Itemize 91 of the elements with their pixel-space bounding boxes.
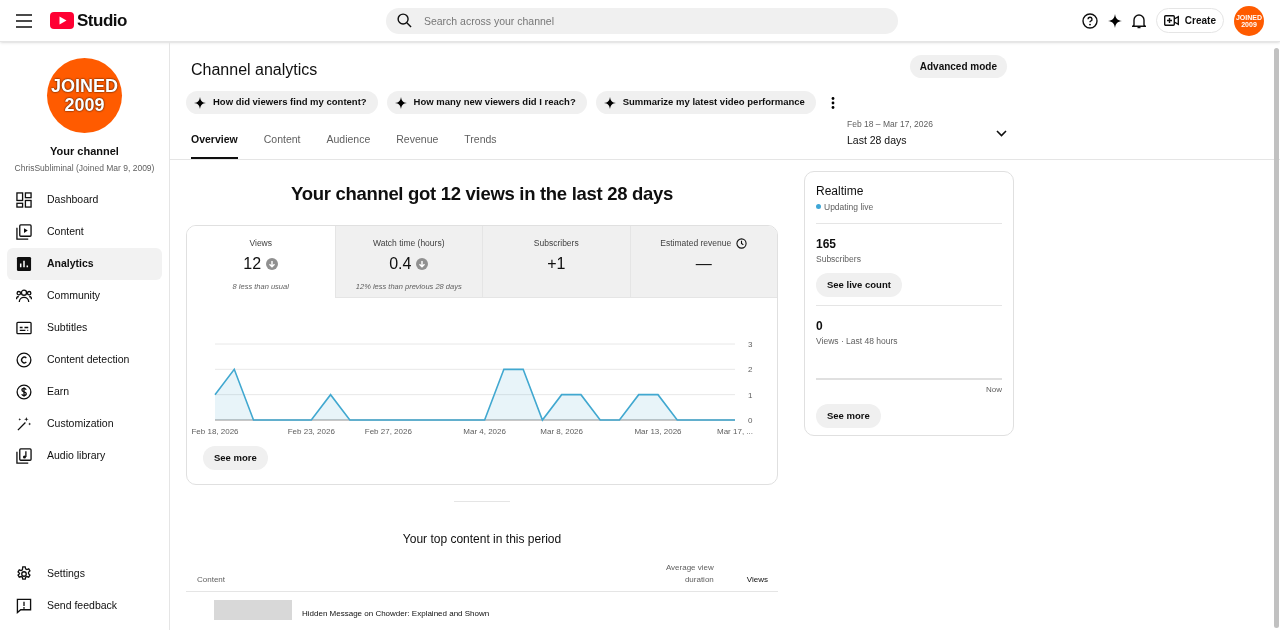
x-tick-label: Mar 17, ... [717,427,753,437]
nav-item[interactable]: Audio library [7,440,162,473]
x-tick-label: Feb 23, 2026 [287,427,335,437]
card-title: Realtime [816,182,865,200]
video-title[interactable]: Hidden Message on Chowder: Explained and Shown [302,609,490,620]
nav-item[interactable]: Subtitles [7,312,162,345]
see-live-count-button[interactable]: See live count [816,273,902,297]
nav-item[interactable]: Earn [7,376,162,409]
metric-value: — [695,254,712,274]
x-tick-label: Mar 8, 2026 [540,427,583,437]
prompt-chip[interactable]: How did viewers find my content? [186,91,378,114]
sparkle-icon [394,96,407,109]
tab[interactable]: Revenue [396,127,439,159]
search-field[interactable]: Search across your channel [385,7,898,34]
sparkle-icon [194,96,206,109]
views-label: Views · Last 48 hours [816,335,899,348]
dollar-icon [16,384,32,401]
y-tick-label: 3 [748,340,753,350]
video-library-icon [16,224,32,241]
subtitles-icon [16,320,32,337]
feedback-icon [16,598,32,614]
nav-item[interactable]: Content detection [7,344,162,377]
settings-icon [16,566,32,582]
y-tick-label: 0 [748,416,753,426]
nav-item[interactable]: Analytics [7,248,162,281]
video-thumbnail[interactable] [214,600,292,621]
metric-label: Subscribers [533,237,579,250]
column-header: Content [197,574,226,587]
prompt-chip[interactable]: How many new viewers did I reach? [386,91,587,114]
date-range-text: Feb 18 – Mar 17, 2026 [847,118,933,131]
x-tick-label: Mar 13, 2026 [634,427,682,437]
nav-item[interactable]: Send feedback [7,590,162,622]
metric-value: +1 [547,254,566,274]
music-library-icon [16,448,32,465]
metric-label: Views [249,237,272,250]
metric-tab[interactable]: Subscribers +1 [482,226,630,299]
prompt-chip[interactable]: Summarize my latest video performance [595,91,816,114]
tab[interactable]: Content [263,127,301,159]
video-plus-icon [1163,15,1179,26]
summary-headline: Your channel got 12 views in the last 28 days [290,181,674,206]
copyright-icon [16,352,32,369]
x-tick-label: Mar 4, 2026 [463,427,506,437]
tab[interactable]: Trends [464,127,497,159]
magic-wand-icon [16,416,32,433]
metric-tab[interactable]: Estimated revenue — [629,226,777,299]
nav-item[interactable]: Customization [7,408,162,441]
metric-label: Estimated revenue [660,237,732,250]
metric-value: 12 [243,254,262,274]
play-logo-icon [50,12,74,29]
column-header: Average view duration [664,562,714,587]
section-title: Your top content in this period [401,531,563,549]
see-more-button[interactable]: See more [203,446,268,471]
bell-icon[interactable] [1131,12,1146,29]
metric-label: Watch time (hours) [373,237,445,250]
channel-title: Your channel [50,144,119,159]
nav-item[interactable]: Settings [7,558,162,590]
tab[interactable]: Audience [326,127,371,159]
grid-icon [16,192,32,209]
live-status-text: Updating live [824,200,874,214]
tab[interactable]: Overview [191,127,238,159]
sparkle-icon [603,96,616,109]
page-title: Channel analytics [191,60,319,80]
search-icon [396,12,412,28]
date-range-label: Last 28 days [847,132,908,148]
help-icon[interactable] [1081,12,1098,29]
metric-value: 0.4 [389,254,412,274]
nav-item[interactable]: Dashboard [7,184,162,217]
sparkle-icon[interactable] [1107,13,1122,28]
chevron-down-icon [996,129,1007,137]
date-range-selector[interactable]: Feb 18 – Mar 17, 2026 Last 28 days [847,118,1007,159]
column-header: Views [746,574,768,587]
menu-icon[interactable] [16,13,32,28]
clock-icon[interactable] [736,238,748,250]
see-more-button[interactable]: See more [816,403,881,428]
x-tick-label: Feb 27, 2026 [364,427,412,437]
subscriber-count: 165 [816,236,838,254]
people-icon [16,288,32,305]
nav-item[interactable]: Community [7,280,162,313]
more-options-icon[interactable] [830,96,835,109]
nav-item[interactable]: Content [7,216,162,249]
logo-text: Studio [77,9,127,32]
axis-label: Now [986,383,1002,396]
x-tick-label: Feb 18, 2026 [191,427,239,437]
channel-subtitle: ChrisSubliminal (Joined Mar 9, 2009) [14,161,155,175]
advanced-mode-button[interactable]: Advanced mode [909,55,1007,78]
bar-chart-icon [16,256,32,273]
y-tick-label: 2 [748,365,753,375]
scrollbar[interactable] [1274,48,1279,628]
y-tick-label: 1 [748,390,753,400]
subscriber-label: Subscribers [816,253,862,266]
views-count: 0 [816,318,824,335]
